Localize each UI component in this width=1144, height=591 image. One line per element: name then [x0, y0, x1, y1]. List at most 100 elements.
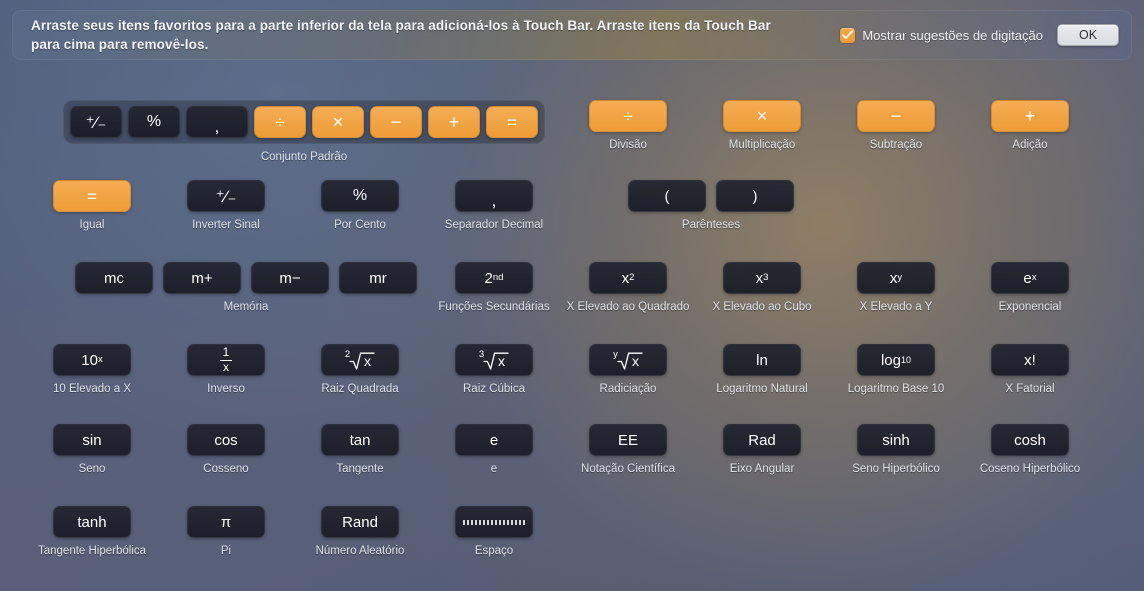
plus-minus-key[interactable]: ⁺⁄₋	[187, 180, 265, 212]
memoria-caption: Memória	[223, 301, 269, 313]
tanh-key[interactable]: tanh	[53, 506, 131, 538]
funcoes-secundarias-caption: Funções Secundárias	[438, 301, 550, 313]
palette-item-espaco: Espaço	[455, 506, 533, 557]
palette-item-x-elevado-a-y: xy X Elevado a Y	[857, 262, 935, 313]
log10-key[interactable]: log 10	[857, 344, 935, 376]
plus-minus-key[interactable]: ⁺⁄₋	[70, 106, 122, 138]
memory-subtract-key[interactable]: m−	[251, 262, 329, 294]
natural-log-key[interactable]: ln	[723, 344, 801, 376]
palette-item-x-elevado-ao-quadrado: x2 X Elevado ao Quadrado	[567, 262, 689, 313]
second-functions-key[interactable]: 2nd	[455, 262, 533, 294]
euler-key[interactable]: e	[455, 424, 533, 456]
x-elevado-a-y-caption: X Elevado a Y	[859, 301, 933, 313]
ten-to-x-key[interactable]: 10 x	[53, 344, 131, 376]
raiz-quadrada-keys: 2x	[321, 344, 399, 376]
x-to-y-key[interactable]: xy	[857, 262, 935, 294]
reciprocal-key[interactable]: 1x	[187, 344, 265, 376]
x-cubed-key[interactable]: x3	[723, 262, 801, 294]
memoria-keys: mc m+ m− mr	[75, 262, 417, 294]
e-to-x-key[interactable]: ex	[991, 262, 1069, 294]
tangente-hiperbolica-keys: tanh	[53, 506, 131, 538]
palette-item-tangente: tan Tangente	[321, 424, 399, 475]
eixo-angular-caption: Eixo Angular	[729, 463, 795, 475]
palette-item-x-elevado-ao-cubo: x3 X Elevado ao Cubo	[712, 262, 812, 313]
pi-keys: π	[187, 506, 265, 538]
raiz-cubica-caption: Raiz Cúbica	[463, 383, 525, 395]
show-typing-suggestions-label: Mostrar sugestões de digitação	[862, 27, 1043, 43]
percent-key[interactable]: %	[128, 106, 180, 138]
cube-root-key[interactable]: 3x	[455, 344, 533, 376]
memory-add-key[interactable]: m+	[163, 262, 241, 294]
sinh-key[interactable]: sinh	[857, 424, 935, 456]
notacao-cientifica-keys: EE	[589, 424, 667, 456]
multiplicacao-caption: Multiplicação	[728, 139, 796, 151]
percent-key[interactable]: %	[321, 180, 399, 212]
palette-item-divisao: ÷ Divisão	[589, 100, 667, 151]
memory-clear-key[interactable]: mc	[75, 262, 153, 294]
random-key[interactable]: Rand	[321, 506, 399, 538]
checkbox-checked-icon[interactable]	[840, 27, 856, 43]
open-paren-key[interactable]: (	[628, 180, 706, 212]
factorial-key[interactable]: x!	[991, 344, 1069, 376]
svg-text:x: x	[498, 353, 505, 369]
x-fatorial-keys: x!	[991, 344, 1069, 376]
espaco-caption: Espaço	[474, 545, 514, 557]
cos-key[interactable]: cos	[187, 424, 265, 456]
palette-item-memoria: mc m+ m− mr Memória	[75, 262, 417, 313]
pi-key[interactable]: π	[187, 506, 265, 538]
palette-item-separador-decimal: , Separador Decimal	[445, 180, 543, 231]
show-typing-suggestions-checkbox[interactable]: Mostrar sugestões de digitação	[840, 27, 1043, 43]
palette-item-eixo-angular: Rad Eixo Angular	[723, 424, 801, 475]
coseno-hiperbolico-caption: Coseno Hiperbólico	[979, 463, 1081, 475]
ok-button[interactable]: OK	[1057, 24, 1119, 46]
palette-item-pi: π Pi	[187, 506, 265, 557]
square-root-key[interactable]: 2x	[321, 344, 399, 376]
close-paren-key[interactable]: )	[716, 180, 794, 212]
add-key[interactable]: +	[991, 100, 1069, 132]
add-key[interactable]: +	[428, 106, 480, 138]
x-squared-key[interactable]: x2	[589, 262, 667, 294]
logaritmo-natural-keys: ln	[723, 344, 801, 376]
tangente-caption: Tangente	[336, 463, 384, 475]
inverso-keys: 1x	[187, 344, 265, 376]
separador-decimal-keys: ,	[455, 180, 533, 212]
sin-key[interactable]: sin	[53, 424, 131, 456]
x-elevado-ao-cubo-caption: X Elevado ao Cubo	[712, 301, 812, 313]
divide-key[interactable]: ÷	[254, 106, 306, 138]
pi-caption: Pi	[220, 545, 232, 557]
cosh-key[interactable]: cosh	[991, 424, 1069, 456]
numero-aleatorio-caption: Número Aleatório	[315, 545, 405, 557]
coseno-hiperbolico-keys: cosh	[991, 424, 1069, 456]
svg-text:x: x	[632, 353, 639, 369]
raiz-cubica-keys: 3x	[455, 344, 533, 376]
subtracao-keys: −	[857, 100, 935, 132]
palette-item-parenteses: () Parênteses	[628, 180, 794, 231]
logaritmo-natural-caption: Logaritmo Natural	[716, 383, 808, 395]
subtract-key[interactable]: −	[857, 100, 935, 132]
subtract-key[interactable]: −	[370, 106, 422, 138]
multiply-key[interactable]: ×	[723, 100, 801, 132]
scientific-notation-key[interactable]: EE	[589, 424, 667, 456]
logaritmo-base-10-caption: Logaritmo Base 10	[847, 383, 945, 395]
svg-text:x: x	[364, 353, 371, 369]
palette-grid: ⁺⁄₋%, ÷ × − + = Conjunto Padrão ÷ Divisão × Multip…	[0, 62, 1144, 591]
cosseno-caption: Cosseno	[203, 463, 249, 475]
multiply-key[interactable]: ×	[312, 106, 364, 138]
equals-key[interactable]: =	[486, 106, 538, 138]
palette-item-10-elevado-a-x: 10 x 10 Elevado a X	[53, 344, 131, 395]
igual-caption: Igual	[79, 219, 105, 231]
tan-key[interactable]: tan	[321, 424, 399, 456]
divisao-caption: Divisão	[609, 139, 647, 151]
equals-key[interactable]: =	[53, 180, 131, 212]
divide-key[interactable]: ÷	[589, 100, 667, 132]
decimal-separator-key[interactable]: ,	[455, 180, 533, 212]
space-key[interactable]	[455, 506, 533, 538]
seno-keys: sin	[53, 424, 131, 456]
radian-key[interactable]: Rad	[723, 424, 801, 456]
nth-root-key[interactable]: yx	[589, 344, 667, 376]
igual-keys: =	[53, 180, 131, 212]
memory-recall-key[interactable]: mr	[339, 262, 417, 294]
decimal-separator-key[interactable]: ,	[186, 106, 248, 138]
adicao-keys: +	[991, 100, 1069, 132]
10-elevado-a-x-keys: 10 x	[53, 344, 131, 376]
